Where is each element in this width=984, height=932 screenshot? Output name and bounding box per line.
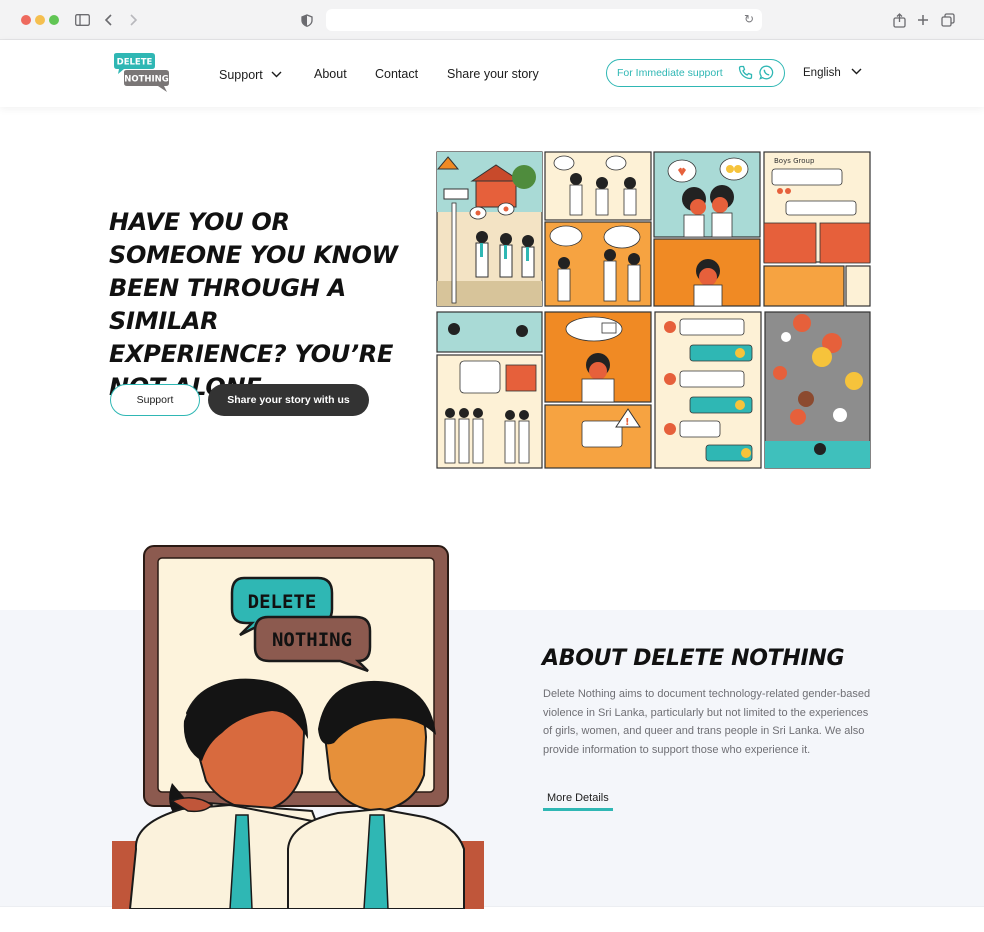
logo-line2: NOTHING [124, 75, 169, 85]
privacy-shield-icon[interactable] [298, 11, 316, 29]
group-chat-title: Boys Group [774, 157, 815, 165]
address-bar[interactable]: ↻ [326, 9, 762, 31]
comic-panel-hearts [653, 151, 761, 307]
chevron-down-icon [271, 67, 282, 81]
immediate-support-label: For Immediate support [617, 67, 723, 79]
close-window-button[interactable] [21, 15, 31, 25]
share-story-button[interactable]: Share your story with us [208, 384, 369, 416]
svg-text:!: ! [625, 417, 630, 428]
chevron-down-icon [851, 66, 862, 78]
comic-panel-group-chat: Boys Group [763, 151, 871, 307]
comic-panel-message-alert: ! [544, 311, 652, 469]
reload-icon[interactable]: ↻ [744, 12, 754, 26]
comic-panel-hate-emojis [764, 311, 871, 469]
site-header: DELETE NOTHING Support About Contact Sha… [0, 40, 984, 107]
browser-toolbar: ↻ [0, 0, 984, 40]
nav-contact[interactable]: Contact [375, 67, 418, 81]
new-tab-icon[interactable] [914, 11, 932, 29]
share-icon[interactable] [890, 11, 908, 29]
back-icon[interactable] [100, 11, 118, 29]
phone-icon[interactable] [738, 65, 753, 83]
tab-overview-icon[interactable] [939, 11, 957, 29]
zoom-window-button[interactable] [49, 15, 59, 25]
forward-icon[interactable] [124, 11, 142, 29]
support-button[interactable]: Support [110, 384, 200, 416]
hero-title: Have you or someone you know been throug… [109, 208, 398, 401]
next-section-edge [0, 906, 984, 932]
minimize-window-button[interactable] [35, 15, 45, 25]
more-details-link[interactable]: More Details [543, 792, 613, 811]
comic-strip-illustration: Boys Group ! [436, 151, 871, 469]
logo-line1: DELETE [117, 58, 153, 68]
language-selector[interactable]: English [803, 66, 862, 79]
nav-support-label: Support [219, 68, 263, 82]
whatsapp-icon[interactable] [759, 65, 774, 83]
language-label: English [803, 67, 841, 79]
two-students-illustration: DELETE NOTHING [112, 543, 484, 910]
nav-share-your-story[interactable]: Share your story [447, 67, 539, 81]
comic-panel-phone-scroll [436, 311, 543, 469]
comic-panel-threat-messages [654, 311, 762, 469]
comic-panel-students-chatting [544, 151, 652, 307]
sidebar-toggle-icon[interactable] [73, 11, 91, 29]
immediate-support-button[interactable]: For Immediate support [606, 59, 785, 87]
nav-about[interactable]: About [314, 67, 347, 81]
illustration-line1: DELETE [248, 591, 317, 613]
about-title: About Delete Nothing [542, 646, 845, 671]
comic-panel-bus-stop [436, 151, 543, 307]
about-description: Delete Nothing aims to document technolo… [543, 688, 871, 756]
delete-nothing-logo[interactable]: DELETE NOTHING [112, 52, 172, 96]
nav-support[interactable]: Support [219, 67, 282, 82]
illustration-line2: NOTHING [272, 629, 352, 651]
